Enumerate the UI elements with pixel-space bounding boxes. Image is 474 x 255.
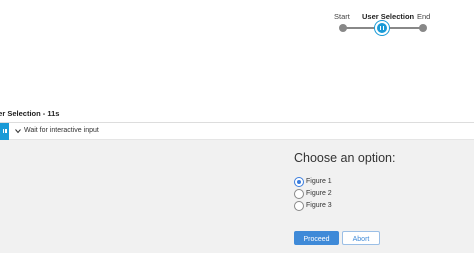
input-panel: Choose an option: Figure 1 Figure 2 Figu… bbox=[0, 140, 474, 253]
pause-bar bbox=[382, 26, 385, 30]
abort-button[interactable]: Abort bbox=[342, 231, 380, 245]
radio-button[interactable] bbox=[294, 189, 304, 199]
step-node-end[interactable] bbox=[419, 24, 427, 32]
pause-bar bbox=[2, 129, 4, 133]
pause-icon bbox=[377, 23, 387, 33]
chevron-down-icon[interactable] bbox=[14, 127, 22, 135]
option-label: Figure 2 bbox=[306, 190, 332, 197]
pause-bar bbox=[5, 129, 7, 133]
option-label: Figure 1 bbox=[306, 178, 332, 185]
step-label-start: Start bbox=[334, 12, 350, 21]
form-title: Choose an option: bbox=[294, 151, 396, 165]
pipeline-stepper: Start User Selection End bbox=[326, 8, 438, 40]
option-label: Figure 3 bbox=[306, 202, 332, 209]
stage-status-row[interactable]: Wait for interactive input bbox=[0, 122, 474, 140]
radio-button[interactable] bbox=[294, 201, 304, 211]
radio-button[interactable] bbox=[294, 177, 304, 187]
radio-dot bbox=[297, 180, 301, 184]
step-node-user-selection[interactable] bbox=[374, 20, 390, 36]
step-node-start[interactable] bbox=[339, 24, 347, 32]
stage-title: ser Selection - 11s bbox=[0, 109, 60, 118]
proceed-button[interactable]: Proceed bbox=[294, 231, 339, 245]
status-text: Wait for interactive input bbox=[24, 127, 99, 134]
step-label-user-selection: User Selection bbox=[362, 12, 415, 21]
step-label-end: End bbox=[417, 12, 431, 21]
pause-icon bbox=[0, 123, 9, 140]
pause-bar bbox=[379, 26, 382, 30]
